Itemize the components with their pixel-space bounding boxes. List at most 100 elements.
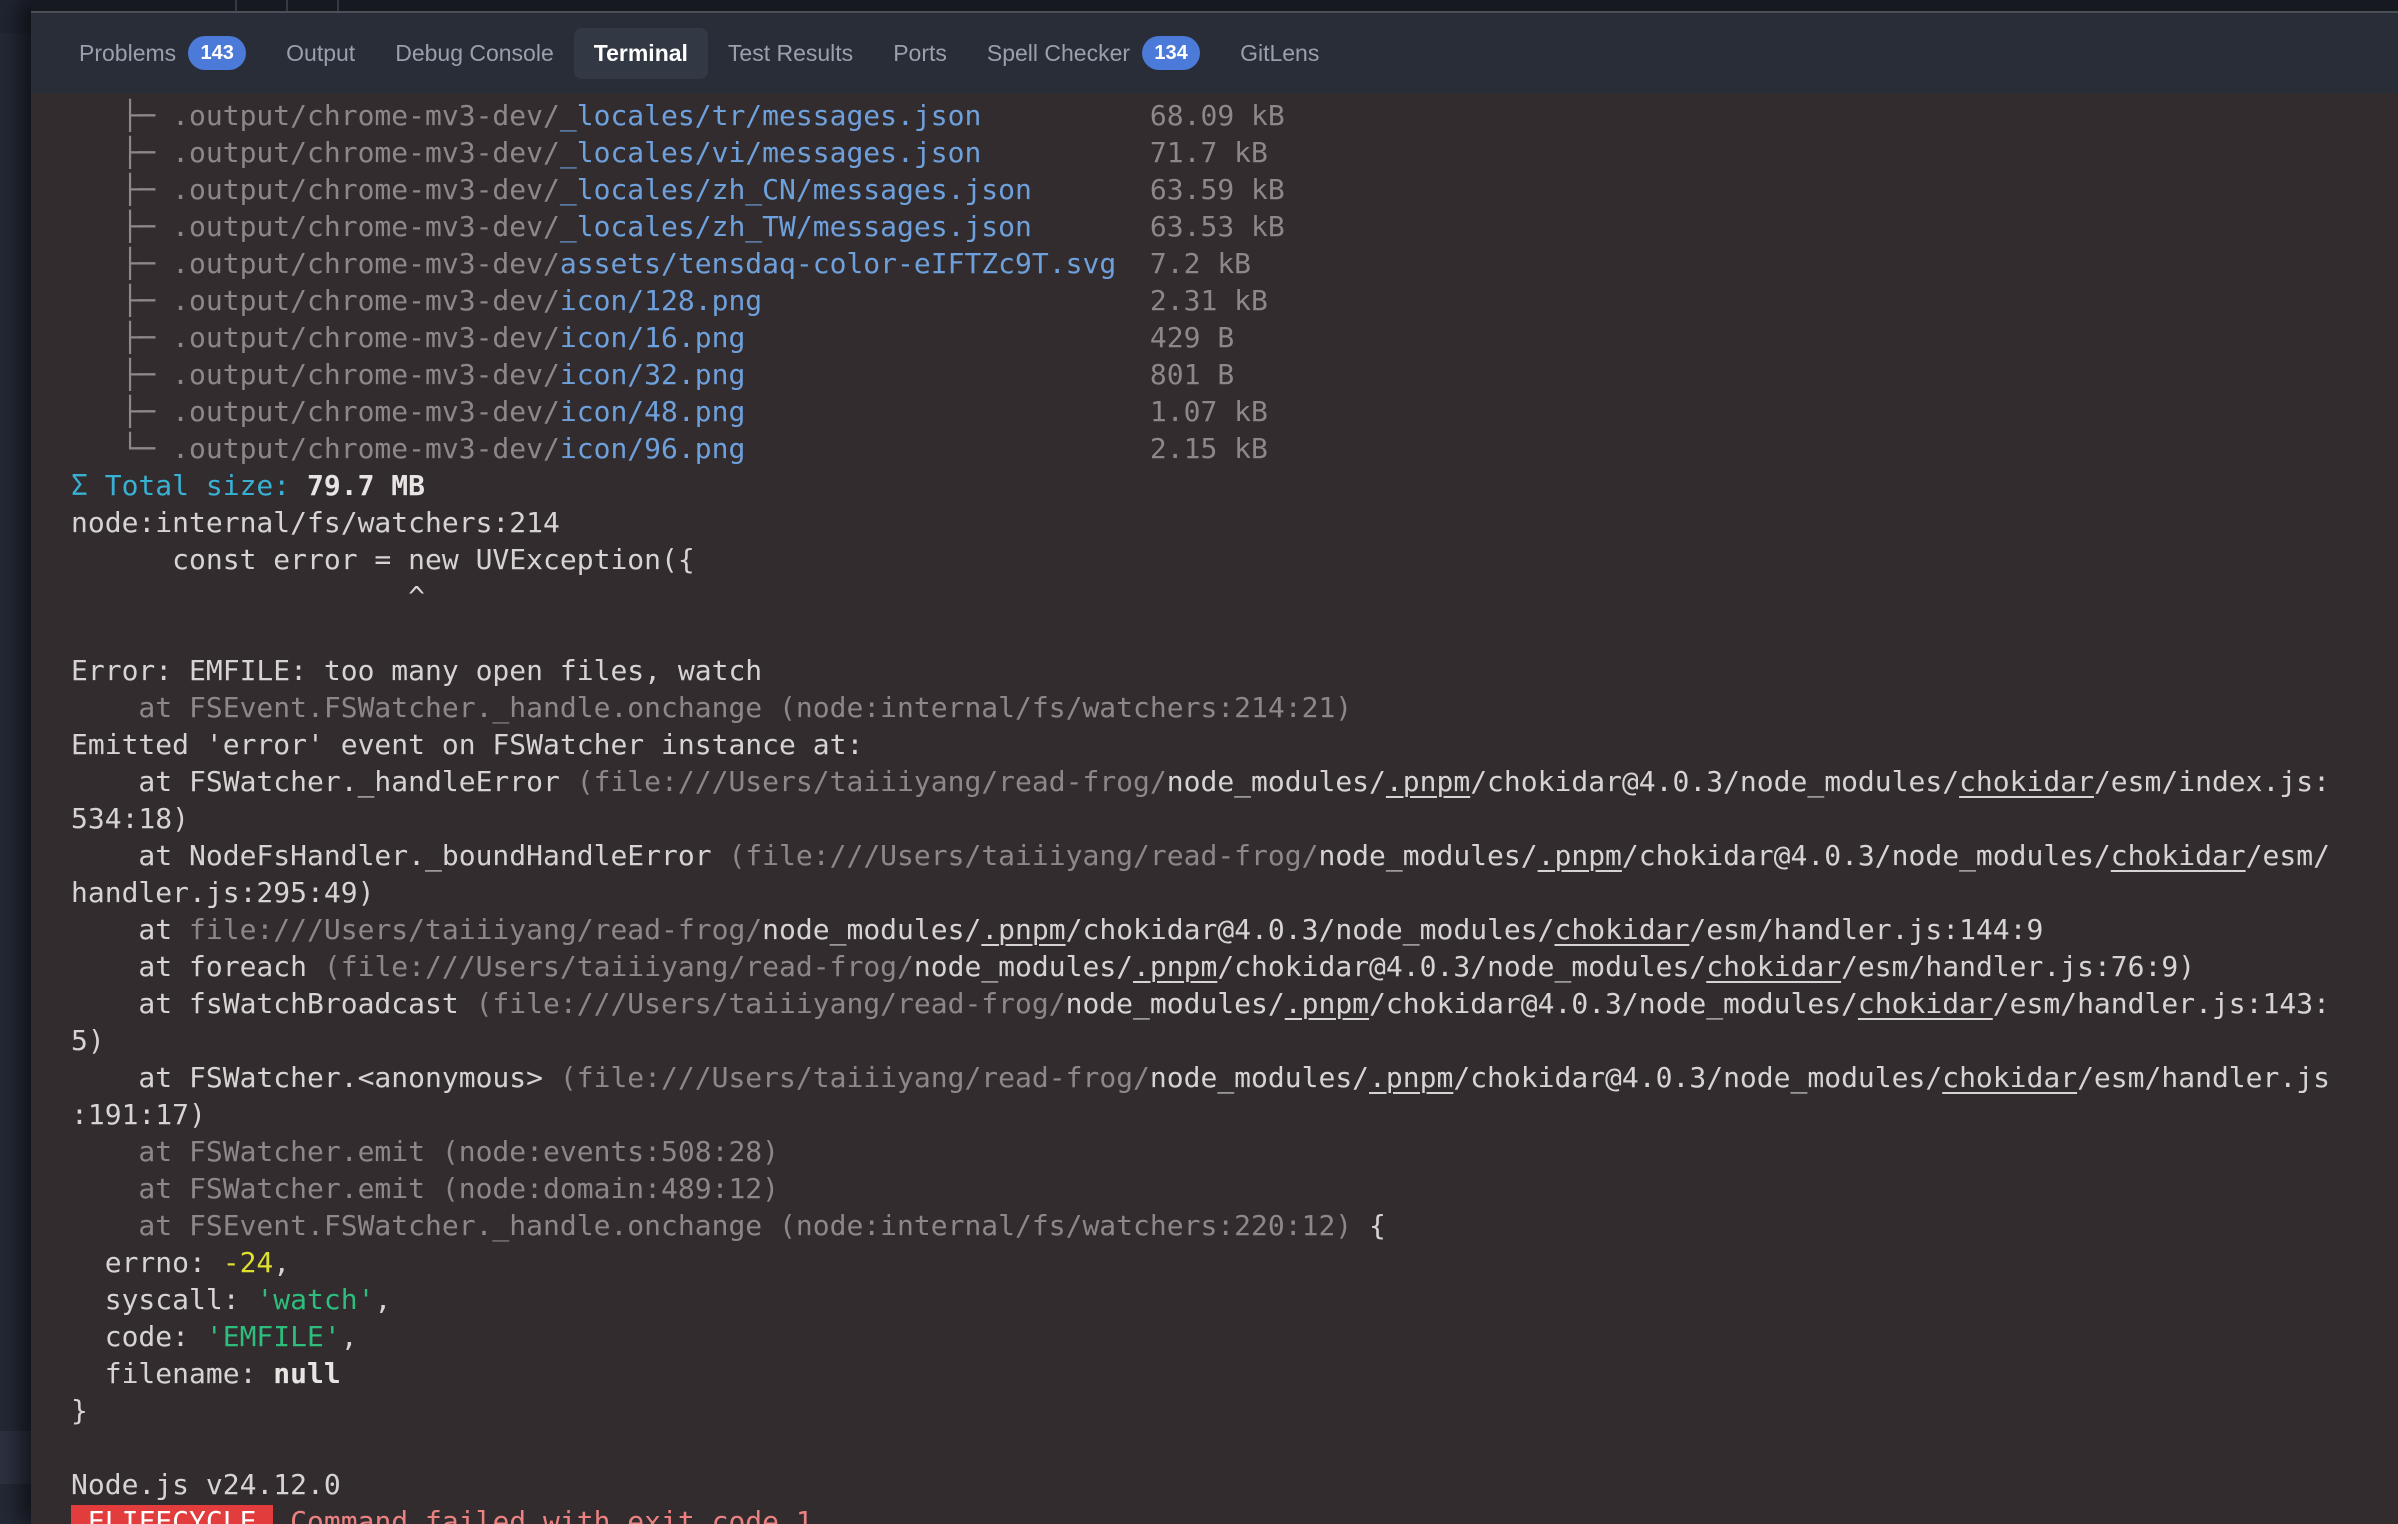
elifecycle-badge: ELIFECYCLE [71,1505,273,1524]
terminal-text: at FSWatcher.<anonymous> [71,1061,560,1094]
path-link[interactable]: chokidar [1706,950,1841,983]
terminal-line: at FSWatcher._handleError (file:///Users… [71,763,2398,800]
terminal-text: :191:17) [71,1098,206,1131]
file-link[interactable]: icon/128.png [560,284,762,317]
file-link[interactable]: _locales/zh_CN/messages.json [560,173,1032,206]
terminal-line: at fsWatchBroadcast (file:///Users/taiii… [71,985,2398,1022]
path-link[interactable]: .pnpm [1285,987,1369,1020]
terminal-line: Σ Total size: 79.7 MB [71,467,2398,504]
file-link[interactable]: icon/48.png [560,395,745,428]
terminal-line: Error: EMFILE: too many open files, watc… [71,652,2398,689]
terminal-line [71,615,2398,652]
terminal-text: 'EMFILE' [206,1320,341,1353]
path-link[interactable]: chokidar [1858,987,1993,1020]
terminal-text: /esm/handler.js:76:9) [1841,950,2195,983]
path-link[interactable]: chokidar [1959,765,2094,798]
tab-ports[interactable]: Ports [873,28,967,79]
path-link[interactable]: .pnpm [1369,1061,1453,1094]
file-link[interactable]: assets/tensdaq-color-eIFTZc9T.svg [560,247,1116,280]
terminal-line: at NodeFsHandler._boundHandleError (file… [71,837,2398,874]
tab-count-badge: 134 [1142,36,1200,70]
terminal-text: 79.7 MB [290,469,425,502]
terminal-text: 63.53 kB [1032,210,1285,243]
background-window-highlight [0,1431,31,1484]
terminal-text: 429 B [745,321,1234,354]
path-link[interactable]: .pnpm [1538,839,1622,872]
tab-output[interactable]: Output [266,28,375,79]
terminal-line: ELIFECYCLE Command failed with exit code… [71,1503,2398,1524]
tab-count-badge: 143 [188,36,246,70]
terminal-text: ├─ .output/chrome-mv3-dev/ [71,247,560,280]
terminal-text: 801 B [745,358,1234,391]
terminal-line: ^ [71,578,2398,615]
terminal-text: -24 [223,1246,274,1279]
terminal-line: 534:18) [71,800,2398,837]
terminal-text: at FSWatcher._handleError [71,765,577,798]
tab-terminal[interactable]: Terminal [574,28,708,79]
terminal-text: 2.15 kB [745,432,1268,465]
terminal-text: 63.59 kB [1032,173,1285,206]
terminal-text: ├─ .output/chrome-mv3-dev/ [71,284,560,317]
terminal-text: Error: EMFILE: too many open files, watc… [71,654,762,687]
terminal-text: ├─ .output/chrome-mv3-dev/ [71,173,560,206]
tab-label: Test Results [728,40,853,67]
tab-label: Spell Checker [987,40,1130,67]
terminal-text: 71.7 kB [981,136,1268,169]
terminal-output[interactable]: ├─ .output/chrome-mv3-dev/_locales/tr/me… [31,93,2398,1524]
terminal-text: 534:18) [71,802,189,835]
terminal-line: node:internal/fs/watchers:214 [71,504,2398,541]
terminal-line: ├─ .output/chrome-mv3-dev/_locales/vi/me… [71,134,2398,171]
terminal-text: node_modules/ [1066,987,1285,1020]
terminal-line: at FSEvent.FSWatcher._handle.onchange (n… [71,1207,2398,1244]
path-link[interactable]: .pnpm [981,913,1065,946]
terminal-text: (file:///Users/taiiiyang/read-frog/ [476,987,1066,1020]
terminal-line: ├─ .output/chrome-mv3-dev/assets/tensdaq… [71,245,2398,282]
terminal-line: at FSEvent.FSWatcher._handle.onchange (n… [71,689,2398,726]
terminal-text: , [273,1246,290,1279]
terminal-line: const error = new UVException({ [71,541,2398,578]
tab-label: Ports [893,40,947,67]
terminal-text: at foreach [71,950,324,983]
tab-gitlens[interactable]: GitLens [1220,28,1339,79]
terminal-line: handler.js:295:49) [71,874,2398,911]
terminal-text: 5) [71,1024,105,1057]
terminal-text: /chokidar@4.0.3/node_modules/ [1217,950,1706,983]
path-link[interactable]: chokidar [1942,1061,2077,1094]
file-link[interactable]: _locales/tr/messages.json [560,99,981,132]
terminal-text: /esm/index.js: [2094,765,2330,798]
file-link[interactable]: icon/32.png [560,358,745,391]
tab-debug-console[interactable]: Debug Console [375,28,574,79]
terminal-line: filename: null [71,1355,2398,1392]
terminal-line: └─ .output/chrome-mv3-dev/icon/96.png 2.… [71,430,2398,467]
terminal-text: (file:///Users/taiiiyang/read-frog/ [324,950,914,983]
tab-label: Terminal [594,40,688,67]
terminal-text: ├─ .output/chrome-mv3-dev/ [71,136,560,169]
terminal-text: const error = new UVException({ [71,543,695,576]
path-link[interactable]: chokidar [2111,839,2246,872]
terminal-line: at FSWatcher.emit (node:domain:489:12) [71,1170,2398,1207]
file-link[interactable]: _locales/vi/messages.json [560,136,981,169]
terminal-text: at NodeFsHandler._boundHandleError [71,839,728,872]
terminal-line: syscall: 'watch', [71,1281,2398,1318]
terminal-text: /esm/ [2246,839,2330,872]
file-link[interactable]: icon/96.png [560,432,745,465]
terminal-text: filename: [71,1357,273,1390]
tab-label: Output [286,40,355,67]
path-link[interactable]: .pnpm [1386,765,1470,798]
terminal-text: code: [71,1320,206,1353]
file-link[interactable]: _locales/zh_TW/messages.json [560,210,1032,243]
terminal-line: ├─ .output/chrome-mv3-dev/_locales/tr/me… [71,97,2398,134]
terminal-line [71,1429,2398,1466]
path-link[interactable]: .pnpm [1133,950,1217,983]
file-link[interactable]: icon/16.png [560,321,745,354]
terminal-text: node:internal/fs/watchers:214 [71,506,560,539]
vscode-panel-window: Problems143 Output Debug Console Terminal Te… [31,0,2398,1524]
tab-problems[interactable]: Problems143 [59,24,266,82]
tab-spell-checker[interactable]: Spell Checker 134 [967,24,1220,82]
terminal-text: { [1352,1209,1386,1242]
tab-test-results[interactable]: Test Results [708,28,873,79]
terminal-text: /esm/handler.js:143: [1993,987,2330,1020]
path-link[interactable]: chokidar [1555,913,1690,946]
terminal-text: └─ .output/chrome-mv3-dev/ [71,432,560,465]
terminal-text: , [341,1320,358,1353]
